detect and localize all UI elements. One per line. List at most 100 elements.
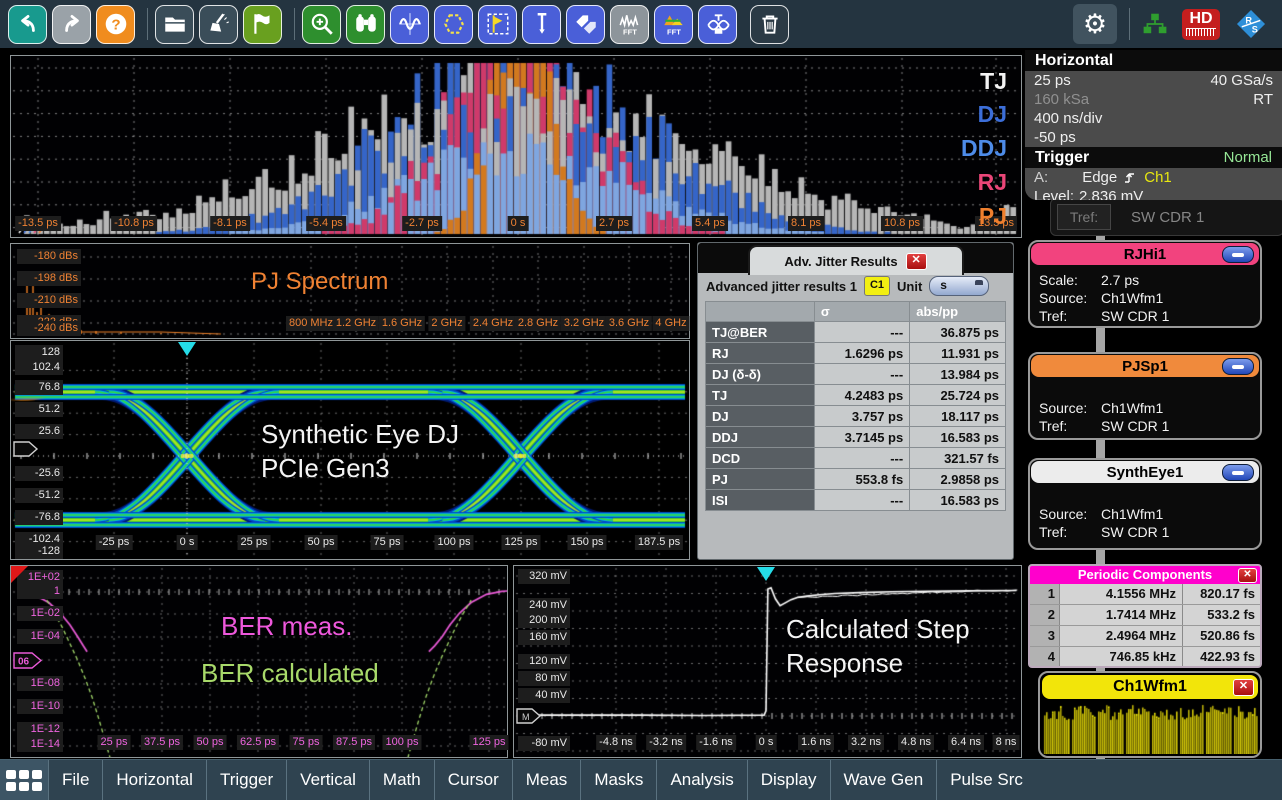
cursor-button[interactable] xyxy=(390,5,429,44)
spectrum-x-tick: 3.2 GHz xyxy=(561,316,607,331)
ber-y-tick: 1E-02 xyxy=(17,606,63,621)
hd-mode-badge[interactable]: HD xyxy=(1182,9,1220,40)
magnifier-plus-icon xyxy=(309,11,335,37)
menu-item-analysis[interactable]: Analysis xyxy=(656,760,746,800)
eye-y-tick: -76.8 xyxy=(15,510,63,525)
ch1wfm1-panel[interactable]: Ch1Wfm1 ✕ xyxy=(1038,671,1262,758)
signal-panel-row: Source:Ch1Wfm1 xyxy=(1039,289,1251,307)
annotation-button[interactable] xyxy=(478,5,517,44)
synthetic-eye-plot[interactable]: Synthetic Eye DJ PCIe Gen3 128102.476.85… xyxy=(10,340,690,560)
signal-flag-icon xyxy=(250,11,276,37)
pjsp1-signal-panel[interactable]: PJSp1Source:Ch1Wfm1Tref:SW CDR 1 xyxy=(1028,352,1262,440)
delete-button[interactable] xyxy=(750,5,789,44)
results-row: DJ (δ-δ)---13.984 ps xyxy=(706,364,1006,385)
results-row: TJ4.2483 ps25.724 ps xyxy=(706,385,1006,406)
hist-x-tick: -5.4 ps xyxy=(306,216,346,231)
step-x-tick: -4.8 ns xyxy=(596,735,636,750)
adv-jitter-results-dialog[interactable]: Adv. Jitter Results ✕ Advanced jitter re… xyxy=(697,242,1014,560)
syntheye1-header[interactable]: SynthEye1 xyxy=(1031,461,1259,483)
dialog-tab[interactable]: Adv. Jitter Results ✕ xyxy=(748,245,964,275)
menu-item-cursor[interactable]: Cursor xyxy=(434,760,512,800)
redo-button[interactable] xyxy=(52,5,91,44)
eye-reference-marker[interactable] xyxy=(13,441,39,462)
spectrum-x-tick: 800 MHz xyxy=(286,316,336,331)
spectrum-x-tick: 2.8 GHz xyxy=(515,316,561,331)
pj-spectrum-plot[interactable]: PJ Spectrum -180 dBs-198 dBs-210 dBs-222… xyxy=(10,243,690,339)
open-file-button[interactable] xyxy=(155,5,194,44)
eye-mask-button[interactable] xyxy=(698,5,737,44)
unit-select[interactable]: s xyxy=(929,276,989,296)
undo-button[interactable] xyxy=(8,5,47,44)
pjsp1-header[interactable]: PJSp1 xyxy=(1031,355,1259,377)
hist-x-tick: 0 s xyxy=(508,216,529,231)
hist-x-tick: -8.1 ps xyxy=(210,216,250,231)
apps-menu-button[interactable] xyxy=(0,760,48,800)
menu-item-masks[interactable]: Masks xyxy=(580,760,656,800)
step-response-plot[interactable]: M Calculated Step Response 320 mV240 mV2… xyxy=(513,565,1022,758)
clear-sweep-button[interactable] xyxy=(199,5,238,44)
step-x-tick: 4.8 ns xyxy=(898,735,934,750)
fft-on-button[interactable]: FFT xyxy=(654,5,693,44)
rjhi1-signal-panel[interactable]: RJHi1Scale:2.7 psSource:Ch1Wfm1Tref:SW C… xyxy=(1028,240,1262,328)
step-y-tick: 120 mV xyxy=(518,654,570,669)
minimize-button[interactable] xyxy=(1222,358,1254,375)
periodic-components-panel[interactable]: Periodic Components ✕ 14.1556 MHz820.17 … xyxy=(1028,564,1262,668)
mask-test-button[interactable] xyxy=(434,5,473,44)
step-y-tick: -80 mV xyxy=(518,736,570,751)
result-abspp: 11.931 ps xyxy=(910,343,1006,364)
menu-item-trigger[interactable]: Trigger xyxy=(206,760,286,800)
fft-off-button[interactable]: FFT xyxy=(610,5,649,44)
close-icon[interactable]: ✕ xyxy=(906,253,927,270)
minimize-button[interactable] xyxy=(1222,464,1254,481)
step-y-tick: 80 mV xyxy=(518,671,570,686)
help-button[interactable]: ? xyxy=(96,5,135,44)
result-name: DDJ xyxy=(706,427,815,448)
rjhi1-header[interactable]: RJHi1 xyxy=(1031,243,1259,265)
trigger-header: Trigger xyxy=(1035,149,1089,167)
zoom-button[interactable] xyxy=(302,5,341,44)
hist-x-tick: 8.1 ps xyxy=(788,216,824,231)
jitter-histogram-plot[interactable]: -13.5 ps-10.8 ps-8.1 ps-5.4 ps-2.7 ps0 s… xyxy=(10,55,1022,238)
ch1wfm1-header[interactable]: Ch1Wfm1 ✕ xyxy=(1042,675,1258,699)
result-sigma: --- xyxy=(814,364,909,385)
menu-item-meas[interactable]: Meas xyxy=(512,760,581,800)
hist-x-tick: 5.4 ps xyxy=(692,216,728,231)
svg-text:FFT: FFT xyxy=(623,27,637,36)
result-sigma: --- xyxy=(814,322,909,343)
menu-item-math[interactable]: Math xyxy=(369,760,434,800)
ber-bathtub-plot[interactable]: 06 BER meas. BER calculated 1E+0211E-021… xyxy=(10,565,508,758)
results-column-header: abs/pp xyxy=(910,302,1006,322)
step-reference-marker[interactable]: M xyxy=(516,708,542,729)
step-x-tick: 3.2 ns xyxy=(848,735,884,750)
labels-button[interactable] xyxy=(566,5,605,44)
syntheye1-signal-panel[interactable]: SynthEye1Source:Ch1Wfm1Tref:SW CDR 1 xyxy=(1028,458,1262,550)
menu-item-display[interactable]: Display xyxy=(747,760,830,800)
hd-badge-line2 xyxy=(1186,28,1216,36)
measurement-button[interactable] xyxy=(522,5,561,44)
signal-label-button[interactable] xyxy=(243,5,282,44)
trigger-position-marker[interactable] xyxy=(178,342,196,356)
trigger-position-marker[interactable] xyxy=(757,567,775,581)
ch1wfm1-title: Ch1Wfm1 xyxy=(1113,678,1187,696)
close-icon[interactable]: ✕ xyxy=(1238,568,1257,583)
menu-item-pulse-src[interactable]: Pulse Src xyxy=(936,760,1036,800)
eye-y-tick: -51.2 xyxy=(15,488,63,503)
close-icon[interactable]: ✕ xyxy=(1233,679,1254,696)
hist-x-tick: 2.7 ps xyxy=(596,216,632,231)
ber-level-marker[interactable]: 06 xyxy=(13,652,43,674)
periodic-component-row: 32.4964 MHz520.86 fs xyxy=(1030,626,1260,647)
source-channel-badge[interactable]: C1 xyxy=(864,276,890,296)
menu-item-file[interactable]: File xyxy=(48,760,102,800)
minimize-button[interactable] xyxy=(1222,246,1254,263)
flag-region-icon xyxy=(485,11,511,37)
menu-item-wave-gen[interactable]: Wave Gen xyxy=(830,760,937,800)
menu-item-vertical[interactable]: Vertical xyxy=(286,760,369,800)
search-button[interactable] xyxy=(346,5,385,44)
menu-item-horizontal[interactable]: Horizontal xyxy=(102,760,206,800)
acquisition-info-panel[interactable]: Horizontal 25 ps40 GSa/s160 kSaRT400 ns/… xyxy=(1025,50,1282,200)
hd-badge-line1: HD xyxy=(1182,11,1220,27)
settings-button[interactable]: ⚙ xyxy=(1073,4,1117,44)
jitter-results-table: σabs/pp TJ@BER---36.875 psRJ1.6296 ps11.… xyxy=(705,301,1006,511)
ber-x-tick: 100 ps xyxy=(382,735,421,750)
eye-y-tick: 128 xyxy=(15,345,63,360)
